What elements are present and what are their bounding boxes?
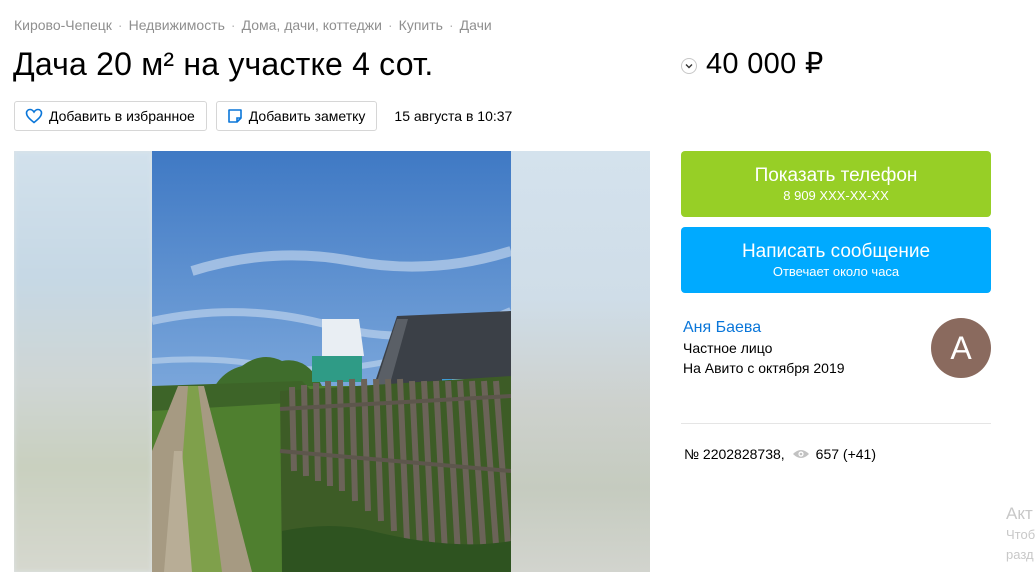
seller-type: Частное лицо — [683, 340, 773, 356]
add-note-label: Добавить заметку — [248, 108, 366, 124]
show-phone-label: Показать телефон — [754, 165, 918, 186]
heart-icon — [25, 108, 43, 124]
show-phone-button[interactable]: Показать телефон 8 909 XXX-XX-XX — [681, 151, 991, 217]
breadcrumb-separator: · — [117, 17, 123, 33]
listing-number: № 2202828738, — [684, 446, 785, 462]
divider — [681, 423, 991, 424]
chevron-down-icon[interactable] — [681, 58, 697, 74]
breadcrumb-separator: · — [448, 17, 454, 33]
seller-name-link[interactable]: Аня Баева — [683, 318, 845, 338]
listing-meta: № 2202828738, 657 (+41) — [684, 446, 876, 462]
page-title: Дача 20 м² на участке 4 сот. — [13, 46, 434, 82]
photo-gallery[interactable] — [14, 151, 650, 572]
add-to-favorites-button[interactable]: Добавить в избранное — [14, 101, 207, 131]
breadcrumb-item-houses[interactable]: Дома, дачи, коттеджи — [242, 17, 382, 33]
add-to-favorites-label: Добавить в избранное — [49, 108, 195, 124]
offscreen-line-1: Чтоб — [1006, 527, 1036, 542]
seller-since: На Авито с октября 2019 — [683, 360, 845, 376]
note-icon — [227, 109, 242, 123]
breadcrumb-separator: · — [230, 17, 236, 33]
breadcrumb-item-realty[interactable]: Недвижимость — [129, 17, 225, 33]
listing-actions: Добавить в избранное Добавить заметку 15… — [14, 101, 512, 131]
breadcrumb: Кирово-Чепецк · Недвижимость · Дома, дачи, к… — [14, 17, 492, 33]
offscreen-heading: Акт — [1006, 504, 1033, 523]
add-note-button[interactable]: Добавить заметку — [215, 101, 378, 131]
avatar[interactable]: А — [931, 318, 991, 378]
breadcrumb-item-city[interactable]: Кирово-Чепецк — [14, 17, 112, 33]
breadcrumb-item-dachas[interactable]: Дачи — [460, 17, 492, 33]
offscreen-line-2: разд — [1006, 547, 1034, 562]
view-count: 657 (+41) — [815, 446, 876, 462]
breadcrumb-item-buy[interactable]: Купить — [399, 17, 443, 33]
price-value: 40 000 ₽ — [706, 48, 824, 80]
response-time: Отвечает около часа — [772, 264, 900, 279]
write-message-label: Написать сообщение — [741, 241, 931, 262]
offscreen-panel: Акт Чтоб разд — [1006, 503, 1035, 565]
seller-info: Аня Баева Частное лицо На Авито с октябр… — [683, 318, 845, 378]
eye-icon — [792, 450, 809, 458]
breadcrumb-separator: · — [388, 17, 393, 33]
gallery-blur-right — [511, 151, 650, 572]
price-block: 40 000 ₽ — [681, 46, 824, 82]
write-message-button[interactable]: Написать сообщение Отвечает около часа — [681, 227, 991, 293]
gallery-blur-left — [14, 151, 152, 572]
listing-date: 15 августа в 10:37 — [394, 108, 513, 124]
listing-photo[interactable] — [152, 151, 511, 572]
masked-phone: 8 909 XXX-XX-XX — [783, 188, 889, 203]
